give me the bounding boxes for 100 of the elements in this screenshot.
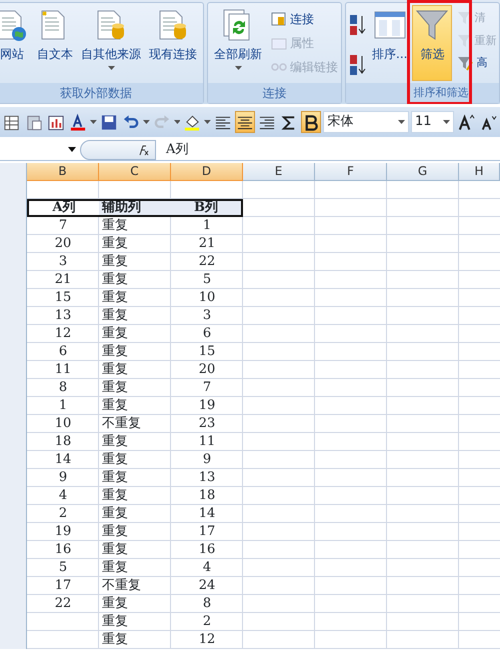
table-cell-text: 重复 [101,613,129,631]
table-cell-text: 10 [198,289,216,307]
formula-field[interactable]: A列 [156,140,188,160]
table-cell-text: 21 [54,271,72,289]
dropdown-arrow-icon [68,147,76,152]
ribbon-button[interactable]: 筛选 [412,5,452,81]
table-cell-text: 2 [202,613,212,631]
toolbar-button[interactable] [68,111,88,133]
toolbar-button[interactable] [301,111,322,133]
table-cell-text: 重复 [101,307,129,325]
table-cell-text: 6 [202,325,212,343]
ribbon-small-button[interactable]: 连接 [271,9,338,29]
table-cell-text: 重复 [101,469,129,487]
sort-ascending-button[interactable] [349,13,367,37]
table-cell-text: 重复 [101,235,129,253]
column-header[interactable]: H [459,163,500,181]
table-cell-text: 重复 [101,289,129,307]
ribbon-button[interactable]: 自其他来源 [78,5,144,81]
table-cell-text: 12 [198,631,216,649]
ribbon-button[interactable]: 排序... [369,5,410,81]
table-cell-text: 4 [58,487,68,505]
font-size-field[interactable]: 11 [411,111,454,133]
sort-descending-icon [349,54,367,76]
table-cell-text: 重复 [101,523,129,541]
fx-icon [137,144,149,156]
sort-ascending-icon [349,14,367,36]
ribbon-button[interactable]: 全部刷新 [211,5,265,81]
table-cell-text: 20 [198,361,216,379]
table-cell-text: 4 [202,559,212,577]
ribbon-button[interactable]: 网站 [0,5,32,81]
table-cell-text: 6 [58,343,68,361]
table-cell-text: 16 [54,541,72,559]
table-cell-text: 不重复 [101,415,142,433]
table-cell-text: 重复 [101,541,129,559]
table-cell-text: 11 [54,361,72,379]
table-cell-text: 重复 [101,325,129,343]
link-icon [271,63,287,71]
column-header[interactable]: G [387,163,459,181]
table-cell-text: 15 [198,343,216,361]
header-cell: 辅助列 [99,199,171,217]
group-label: 连接 [262,86,286,100]
table-cell-text: 14 [54,451,72,469]
group-label: 获取外部数据 [60,86,132,100]
table-cell-text: 重复 [101,631,129,649]
column-header[interactable]: D [171,163,243,181]
table-cell-text: 21 [198,235,216,253]
funnel-icon [457,11,472,26]
funnel-icon [457,34,472,48]
table-cell-text: 重复 [101,595,129,613]
table-cell-text: 13 [54,307,72,325]
funnel-pencil-icon [457,56,474,71]
column-header[interactable]: B [27,163,99,181]
table-cell-text: 7 [202,379,212,397]
table-cell-text: 重复 [101,217,129,235]
table-cell-text: 19 [54,523,72,541]
table-cell-text: 重复 [101,487,129,505]
table-cell-text: 重复 [101,433,129,451]
table-cell-text: 5 [202,271,212,289]
table-cell-text: 重复 [101,397,129,415]
column-header[interactable]: E [243,163,315,181]
header-cell: B列 [171,199,243,217]
table-cell-text: 8 [202,595,212,613]
table-cell-text: 22 [198,253,216,271]
ribbon-button[interactable]: 现有连接 [146,5,200,81]
table-cell-text: 16 [198,541,216,559]
sort-descending-button[interactable] [349,53,367,77]
table-cell-text: 18 [54,433,72,451]
column-header[interactable]: F [315,163,387,181]
table-cell-text: 20 [54,235,72,253]
ribbon-small-button[interactable]: 高 [457,54,496,72]
table-cell-text: 14 [198,505,216,523]
table-cell-text: 重复 [101,343,129,361]
ribbon-button[interactable]: 自文本 [34,5,76,81]
document-globe-icon [0,8,29,42]
column-header[interactable]: C [99,163,171,181]
table-cell-text: 重复 [101,271,129,289]
table-cell-text: 17 [198,523,216,541]
toolbar-button[interactable] [235,111,256,133]
table-cell-text: 17 [54,577,72,595]
table-cell-text: 23 [198,415,216,433]
font-name-field[interactable]: 宋体 [323,111,410,133]
table-cell-text: 重复 [101,253,129,271]
table-cell-text: 13 [198,469,216,487]
table-cell-text: 重复 [101,379,129,397]
table-cell-text: 重复 [101,451,129,469]
save-icon [100,112,118,132]
table-cell-text: 15 [54,289,72,307]
table-cell-text: 8 [58,379,68,397]
table-cell-text: 24 [198,577,216,595]
font-color-icon [69,112,87,132]
table-cell-text: 3 [58,253,68,271]
table-cell-text: 9 [202,451,212,469]
table-cell-text: 9 [58,469,68,487]
table-cell-text: 18 [198,487,216,505]
table-cell-text: 重复 [101,361,129,379]
group-label: 排序和筛选 [413,86,468,99]
table-cell-text: 11 [198,433,216,451]
table-cell-text: 3 [202,307,212,325]
table-cell-text: 2 [58,505,68,523]
table-cell-text: 7 [58,217,68,235]
